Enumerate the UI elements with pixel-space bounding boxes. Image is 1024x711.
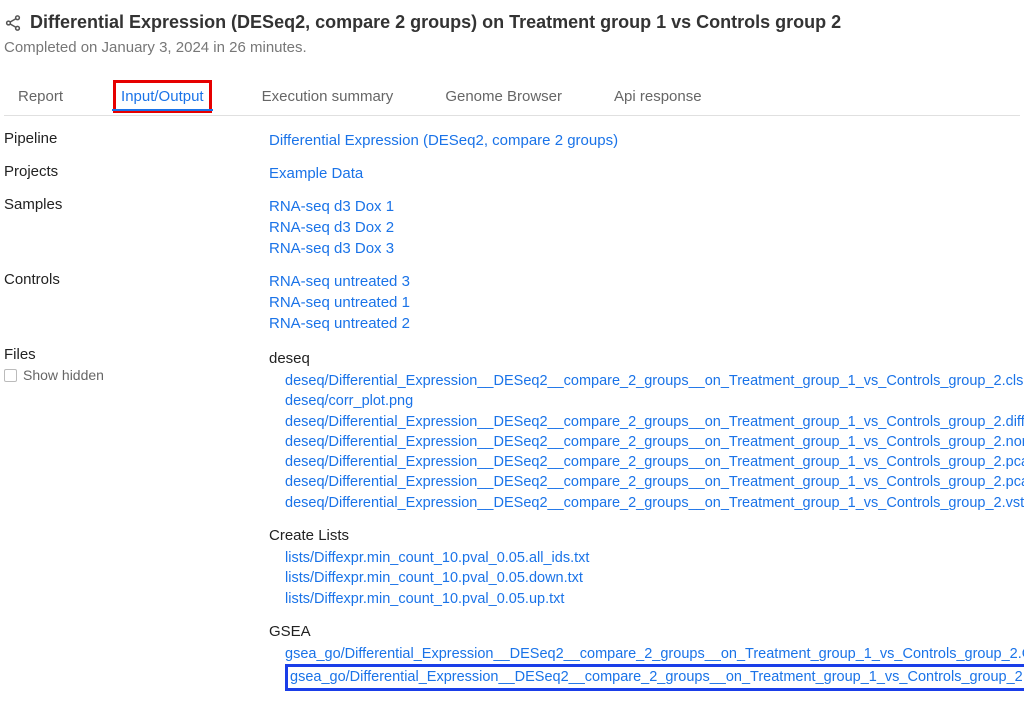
pipeline-label: Pipeline xyxy=(4,130,269,147)
control-link[interactable]: RNA-seq untreated 3 xyxy=(269,271,1024,292)
file-link[interactable]: lists/Diffexpr.min_count_10.pval_0.05.al… xyxy=(285,548,1024,568)
share-icon xyxy=(4,14,22,32)
show-hidden-label: Show hidden xyxy=(23,367,104,383)
pipeline-link[interactable]: Differential Expression (DESeq2, compare… xyxy=(269,130,1024,151)
file-group-title: Create Lists xyxy=(269,527,1024,544)
file-link[interactable]: gsea_go/Differential_Expression__DESeq2_… xyxy=(285,644,1024,664)
tab-report[interactable]: Report xyxy=(16,78,65,115)
control-link[interactable]: RNA-seq untreated 1 xyxy=(269,292,1024,313)
tabs: Report Input/Output Execution summary Genom… xyxy=(4,78,1020,116)
control-link[interactable]: RNA-seq untreated 2 xyxy=(269,313,1024,334)
file-link[interactable]: deseq/Differential_Expression__DESeq2__c… xyxy=(285,452,1024,472)
file-link[interactable]: deseq/Differential_Expression__DESeq2__c… xyxy=(285,432,1024,452)
projects-label: Projects xyxy=(4,163,269,180)
tab-api-response[interactable]: Api response xyxy=(612,78,704,115)
file-link[interactable]: gsea_go/Differential_Expression__DESeq2_… xyxy=(285,664,1024,690)
file-link[interactable]: deseq/Differential_Expression__DESeq2__c… xyxy=(285,412,1024,432)
project-link[interactable]: Example Data xyxy=(269,163,1024,184)
completion-status: Completed on January 3, 2024 in 26 minut… xyxy=(4,39,1020,56)
file-link[interactable]: lists/Diffexpr.min_count_10.pval_0.05.up… xyxy=(285,589,1024,609)
tab-genome-browser[interactable]: Genome Browser xyxy=(443,78,564,115)
file-group-title: GSEA xyxy=(269,623,1024,640)
controls-label: Controls xyxy=(4,271,269,288)
tab-execution-summary[interactable]: Execution summary xyxy=(260,78,396,115)
file-link[interactable]: deseq/Differential_Expression__DESeq2__c… xyxy=(285,371,1024,391)
tab-input-output[interactable]: Input/Output xyxy=(113,80,212,113)
show-hidden-checkbox[interactable] xyxy=(4,369,17,382)
file-link[interactable]: deseq/Differential_Expression__DESeq2__c… xyxy=(285,493,1024,513)
file-link[interactable]: deseq/corr_plot.png xyxy=(285,391,1024,411)
sample-link[interactable]: RNA-seq d3 Dox 1 xyxy=(269,196,1024,217)
file-link[interactable]: deseq/Differential_Expression__DESeq2__c… xyxy=(285,472,1024,492)
sample-link[interactable]: RNA-seq d3 Dox 2 xyxy=(269,217,1024,238)
file-group-title: deseq xyxy=(269,350,1024,367)
samples-label: Samples xyxy=(4,196,269,213)
files-label: Files xyxy=(4,346,269,363)
page-title: Differential Expression (DESeq2, compare… xyxy=(30,12,841,33)
sample-link[interactable]: RNA-seq d3 Dox 3 xyxy=(269,238,1024,259)
file-link[interactable]: lists/Diffexpr.min_count_10.pval_0.05.do… xyxy=(285,568,1024,588)
